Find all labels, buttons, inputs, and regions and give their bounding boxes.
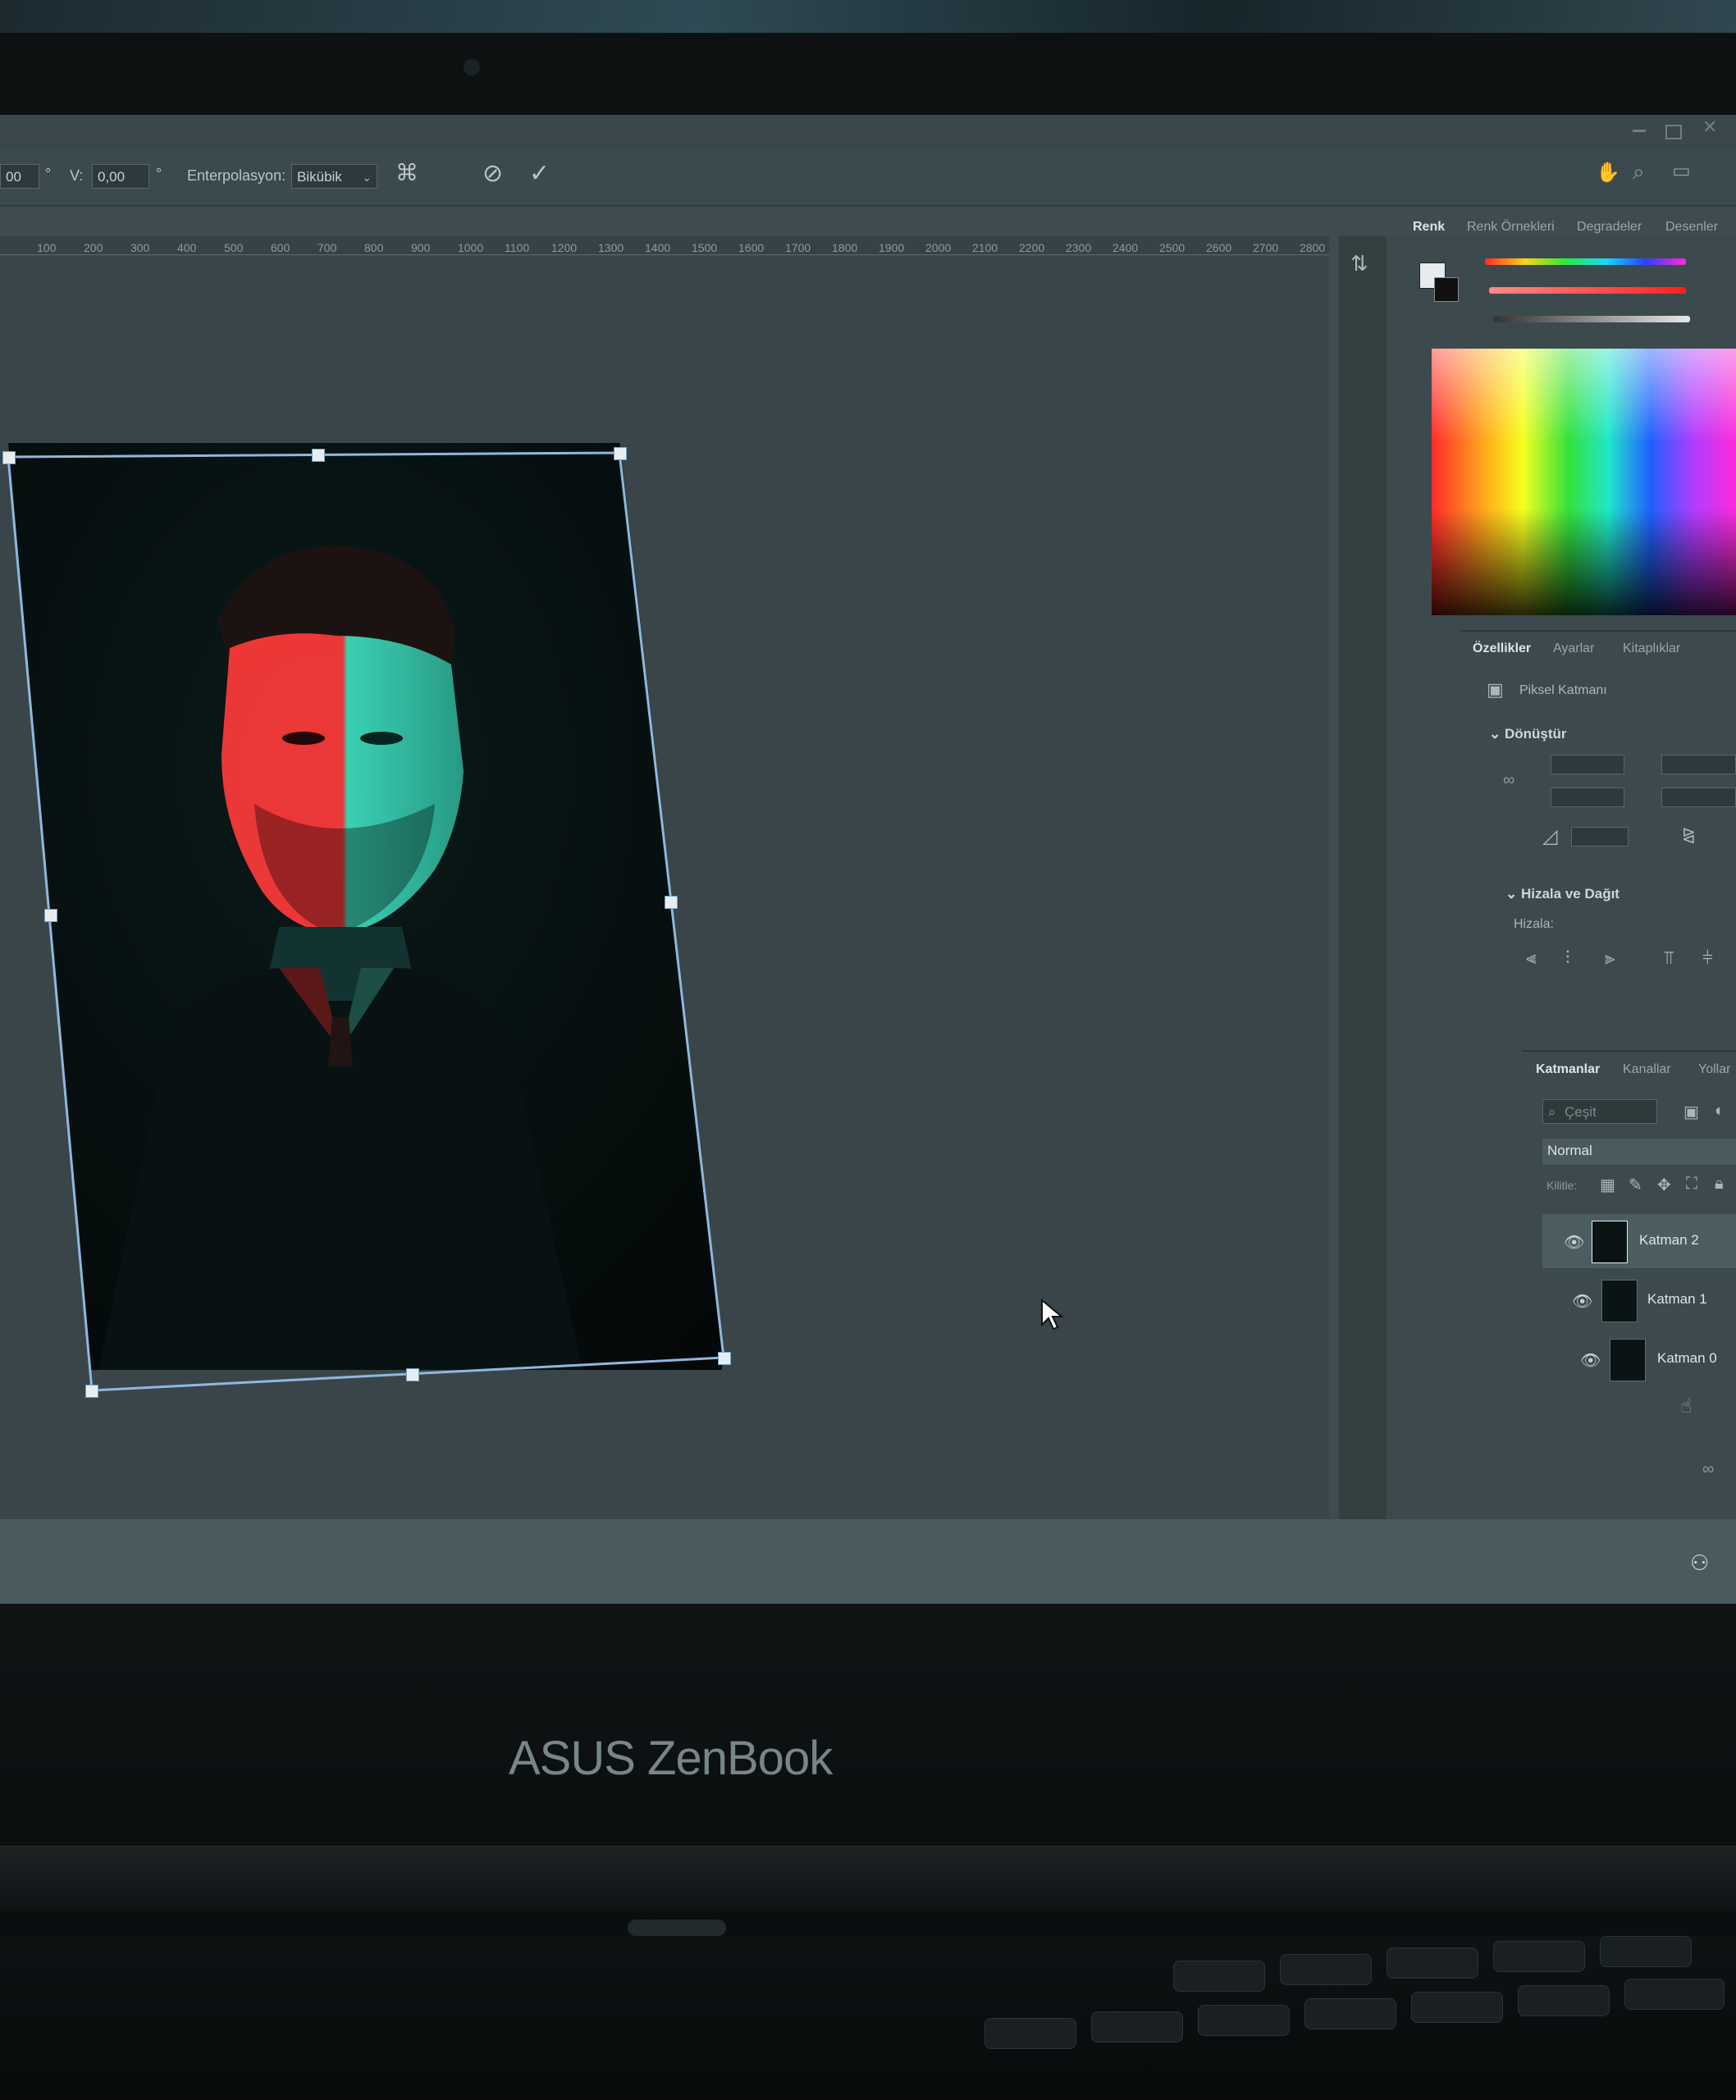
laptop-hinge [0,1846,1736,1911]
share-icon[interactable]: ⚇ [1690,1550,1709,1576]
layer-name: Katman 1 [1647,1291,1707,1307]
lock-pixels-icon[interactable]: ✎ [1629,1175,1642,1195]
tab-swatches[interactable]: Renk Örnekleri [1467,220,1555,235]
layer-name: Katman 2 [1639,1232,1699,1248]
transform-x-field[interactable] [1551,788,1624,807]
align-center-icon[interactable]: ⫶ [1565,947,1570,969]
transform-h-field[interactable] [1661,755,1736,774]
blend-mode-select[interactable]: Normal [1542,1139,1736,1165]
tab-gradients[interactable]: Degradeler [1577,220,1642,235]
brightness-slider[interactable] [1493,316,1690,322]
search-icon: ⌕ [1548,1104,1556,1120]
lid-notch [628,1920,726,1936]
tab-patterns[interactable]: Desenler [1665,220,1718,235]
keyboard-key [1518,1985,1610,2016]
keyboard-key [1493,1941,1585,1972]
background-glow [0,0,1736,33]
align-middle-icon[interactable]: ⫩ [1702,947,1713,969]
webcam-icon [464,59,480,75]
transform-w-field[interactable] [1551,755,1624,774]
saturation-slider[interactable] [1489,287,1686,294]
tab-channels[interactable]: Kanallar [1623,1062,1671,1077]
laptop-keyboard [0,1936,1736,2100]
laptop-brand-logo: ASUS ZenBook [509,1732,833,1785]
transform-handle-middle-right[interactable] [665,896,678,909]
panel-divider [1460,630,1736,632]
keyboard-key [1600,1936,1692,1967]
lock-transparency-icon[interactable]: ▦ [1600,1175,1615,1195]
history-icon[interactable]: ⇅ [1350,251,1368,276]
flip-horizontal-icon[interactable]: ⧎ [1682,824,1696,845]
tab-color[interactable]: Renk [1413,220,1445,235]
tab-paths[interactable]: Yollar [1698,1062,1730,1077]
tab-libraries[interactable]: Kitaplıklar [1623,641,1680,656]
tab-layers[interactable]: Katmanlar [1536,1062,1600,1077]
tab-properties[interactable]: Özellikler [1473,641,1531,656]
keyboard-key [1198,2005,1290,2036]
transform-handle-bottom-left[interactable] [85,1385,98,1398]
pixel-layer-icon: ▣ [1487,679,1504,700]
keyboard-key [1411,1992,1503,2023]
lock-all-icon[interactable]: 🔒︎ [1715,1175,1724,1194]
photoshop-screen: ✕ 00 ° V: 0,00 ° Enterpolasyon: Bikübik … [0,115,1736,1608]
layer-row-katman-0[interactable]: 👁︎ Katman 0 [1542,1332,1736,1386]
keyboard-key [1280,1954,1372,1985]
eye-icon[interactable]: 👁︎ [1564,1232,1584,1253]
filter-adjustment-icon[interactable]: ◐ [1715,1102,1725,1121]
lock-artboard-icon[interactable]: ⛶ [1686,1175,1697,1194]
layer-row-katman-2[interactable]: 👁︎ Katman 2 [1542,1214,1736,1268]
keyboard-key [984,2018,1076,2049]
transform-y-field[interactable] [1661,788,1736,807]
transform-handle-bottom-middle[interactable] [406,1368,419,1381]
layer-filter-placeholder: Çeşit [1565,1104,1597,1120]
panel-icon-strip: ⇅ [1339,236,1387,1519]
hue-slider[interactable] [1485,258,1686,265]
screen-bezel-top [0,33,1736,115]
angle-icon: ◿ [1542,825,1558,847]
transform-handle-middle-left[interactable] [44,909,57,922]
tab-adjustments[interactable]: Ayarlar [1553,641,1594,656]
layer-row-katman-1[interactable]: 👁︎ Katman 1 [1542,1273,1736,1327]
mouse-cursor-icon [1041,1299,1063,1331]
transform-handle-bottom-right[interactable] [718,1352,731,1365]
transform-section-header[interactable]: ⌄ Dönüştür [1489,726,1567,742]
panel-divider [1522,1050,1736,1052]
transform-section-title: Dönüştür [1504,726,1567,742]
transform-angle-field[interactable] [1571,827,1629,847]
link-layers-icon[interactable]: ∞ [1702,1460,1714,1479]
transform-handle-top-right[interactable] [614,447,627,460]
align-top-icon[interactable]: ⫪ [1664,947,1674,969]
align-left-icon[interactable]: ⫷ [1526,947,1536,969]
align-section-title: Hizala ve Dağıt [1520,886,1620,902]
lock-label: Kilitle: [1546,1179,1578,1192]
layer-thumbnail [1601,1280,1638,1322]
keyboard-key [1304,1998,1396,2029]
layer-thumbnail [1610,1339,1646,1381]
layer-thumbnail [1592,1221,1628,1263]
eye-icon[interactable]: 👁︎ [1572,1291,1592,1312]
lock-position-icon[interactable]: ✥ [1657,1175,1671,1195]
align-right-icon[interactable]: ⫸ [1605,947,1615,969]
align-label: Hizala: [1514,917,1554,931]
keyboard-key [1091,2011,1183,2043]
keyboard-key [1624,1979,1725,2010]
filter-image-icon[interactable]: ▣ [1683,1102,1699,1122]
color-spectrum[interactable] [1432,349,1736,615]
eye-icon[interactable]: 👁︎ [1580,1350,1601,1371]
keyboard-key [1387,1947,1478,1979]
align-section-header[interactable]: ⌄ Hizala ve Dağıt [1505,886,1620,902]
transform-handle-top-left[interactable] [2,451,16,464]
layer-type-label: Piksel Katmanı [1519,683,1607,697]
status-bar: ⚇ [0,1519,1736,1608]
keyboard-key [1173,1961,1265,1992]
background-color-swatch[interactable] [1434,277,1459,302]
transform-handle-top-middle[interactable] [312,449,325,462]
layer-filter-input[interactable]: ⌕ Çeşit [1542,1099,1657,1124]
hand-pointer-icon: ☝︎ [1680,1395,1693,1418]
link-icon[interactable]: ∞ [1503,771,1514,790]
layer-name: Katman 0 [1657,1350,1717,1366]
